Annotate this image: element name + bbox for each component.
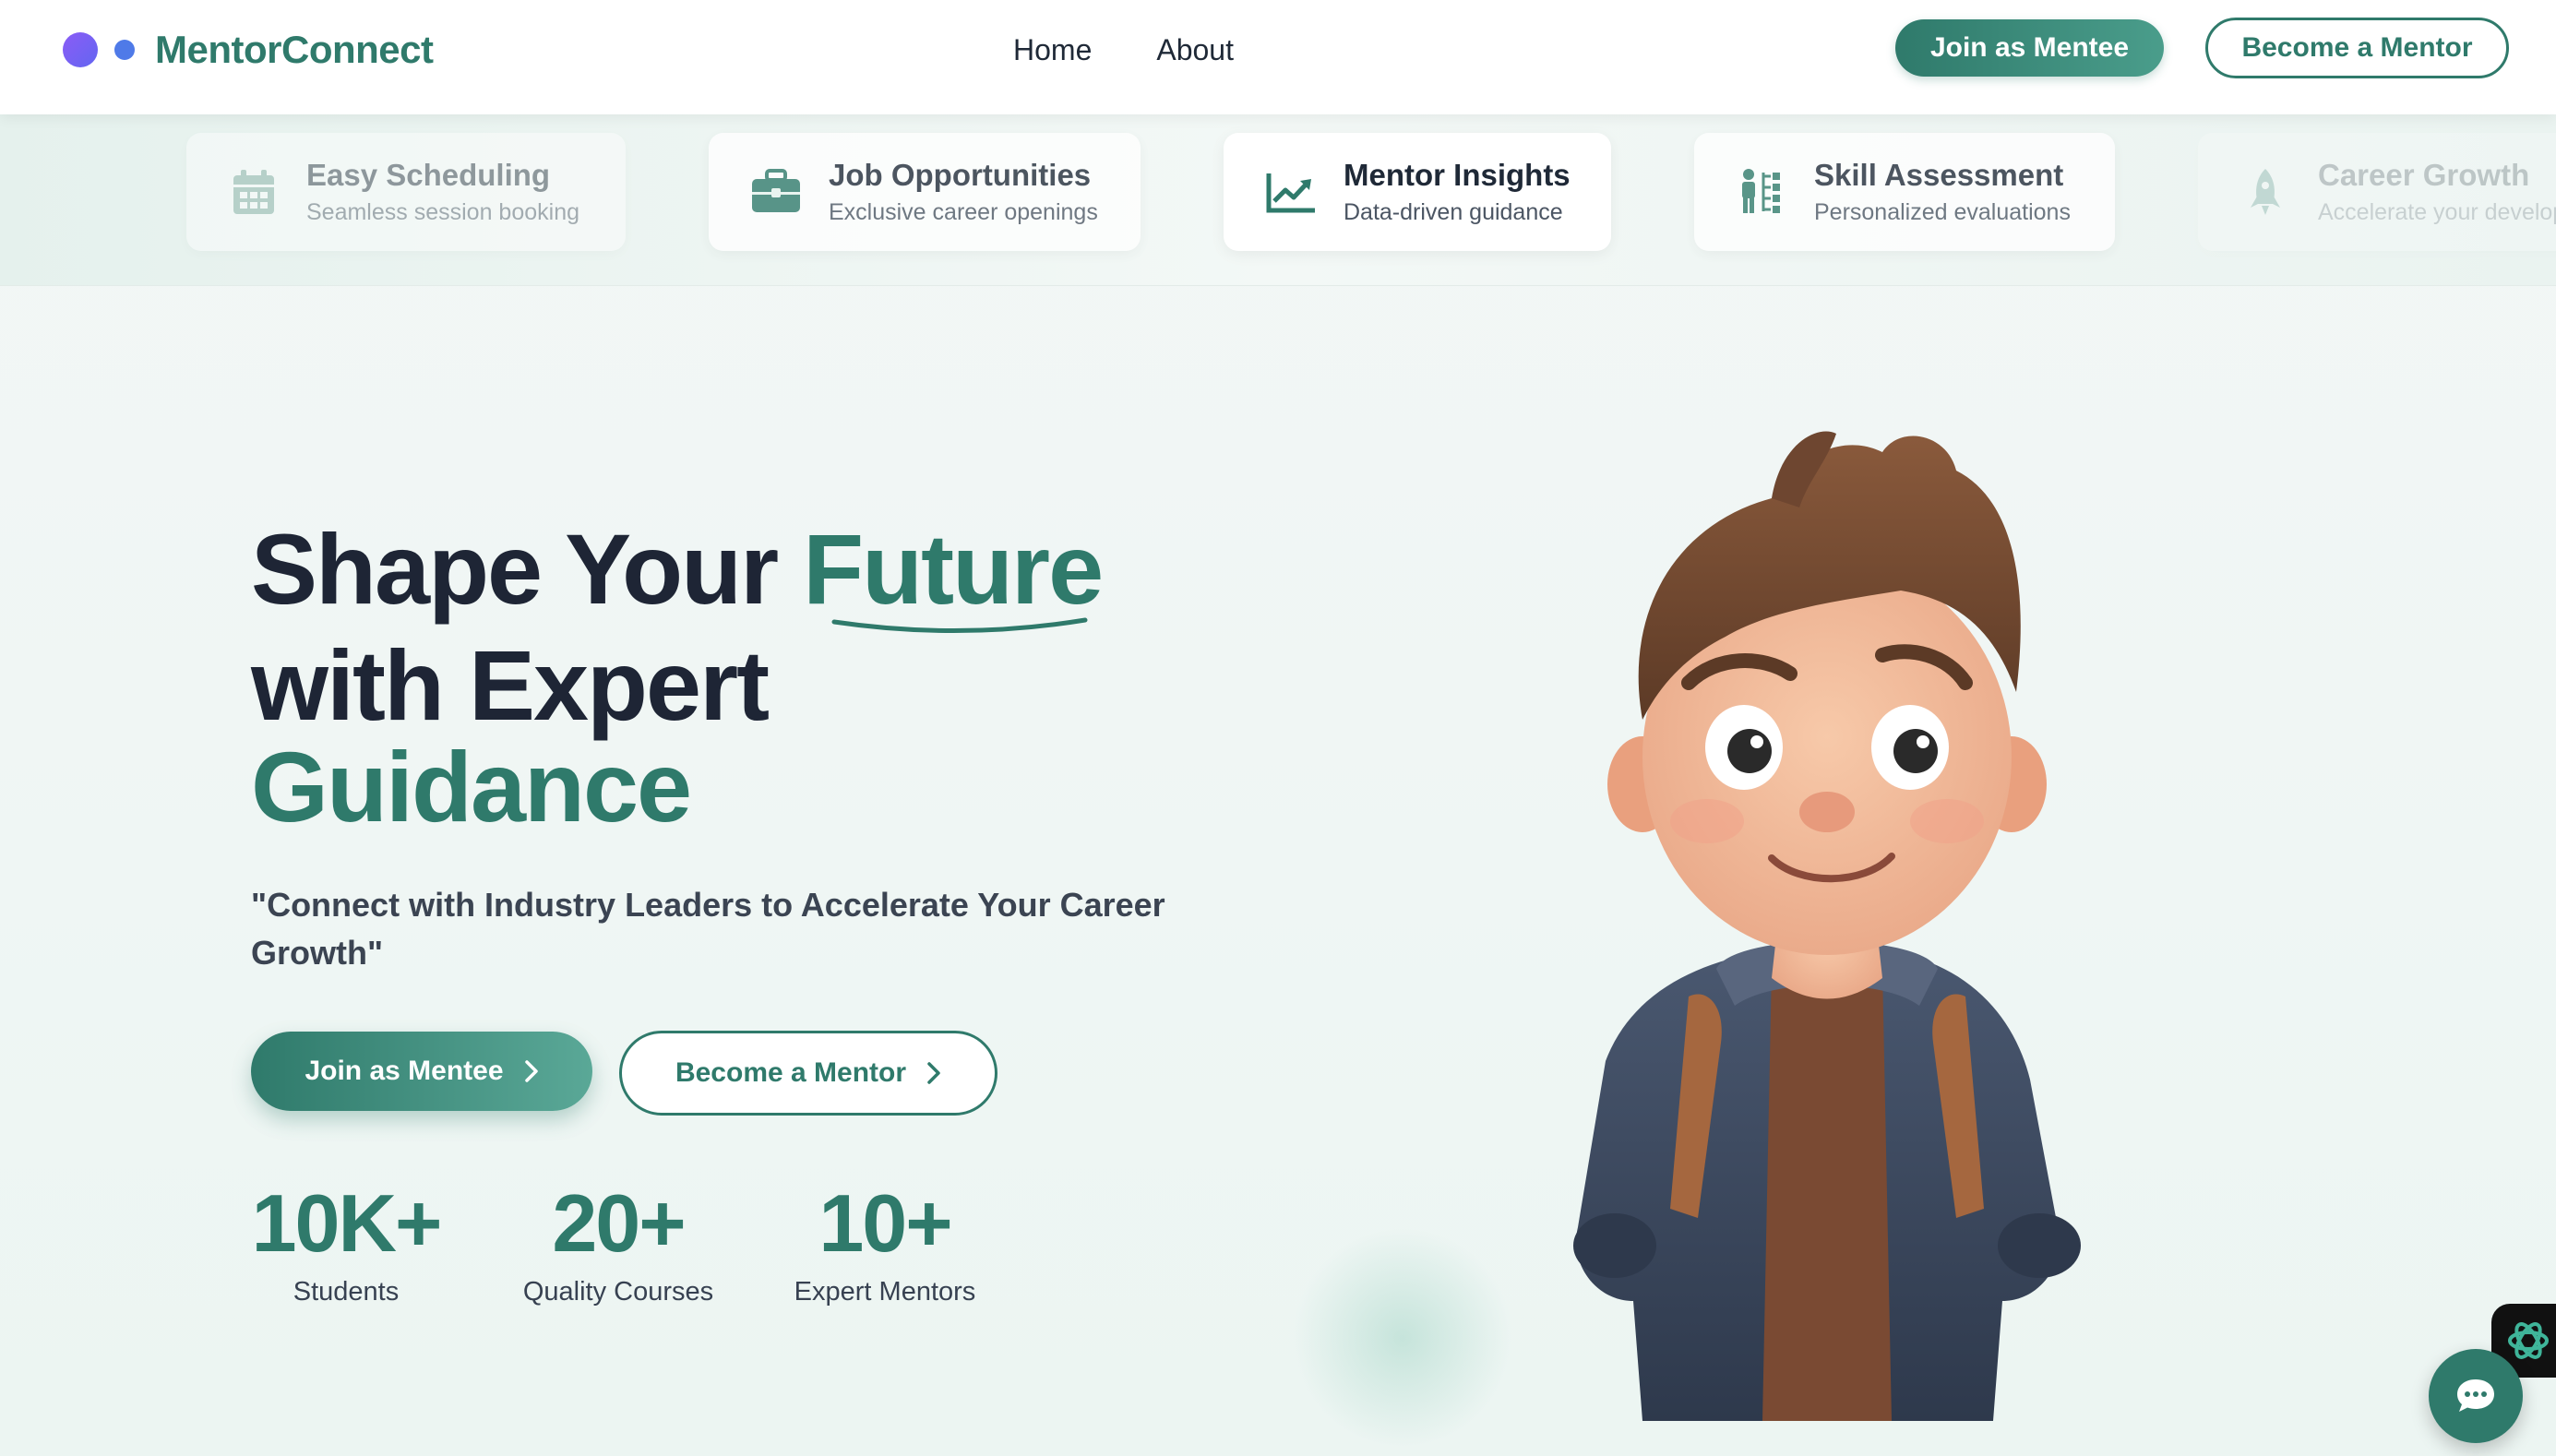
stat-label: Students <box>293 1277 400 1307</box>
hero-heading-accent-guidance: Guidance <box>251 731 692 842</box>
hero-join-mentee-button[interactable]: Join as Mentee <box>251 1032 592 1111</box>
stat-mentors: 10+ Expert Mentors <box>782 1179 987 1310</box>
feature-title: Mentor Insights <box>1344 158 1571 192</box>
hero-become-mentor-button[interactable]: Become a Mentor <box>619 1031 997 1116</box>
logo-mark-icon <box>63 32 98 67</box>
brand-name: MentorConnect <box>155 28 434 71</box>
navbar: MentorConnect Home About Join as Mentee … <box>0 0 2556 114</box>
feature-subtitle: Seamless session booking <box>306 199 579 225</box>
feature-card-skills[interactable]: Skill Assessment Personalized evaluation… <box>1694 133 2115 251</box>
ai-knot-icon <box>2508 1322 2549 1359</box>
feature-subtitle: Data-driven guidance <box>1344 199 1563 225</box>
chart-line-icon <box>1264 165 1318 219</box>
feature-title: Easy Scheduling <box>306 158 551 192</box>
stat-students: 10K+ Students <box>245 1179 447 1310</box>
chevron-right-icon <box>524 1060 538 1082</box>
cartoon-boy-illustration <box>1573 431 2081 1421</box>
stat-value: 10K+ <box>251 1177 443 1269</box>
calendar-icon <box>227 165 281 219</box>
stat-courses: 20+ Quality Courses <box>508 1179 729 1310</box>
briefcase-icon <box>749 165 803 219</box>
stat-value: 20+ <box>552 1177 686 1269</box>
hero-tagline: "Connect with Industry Leaders to Accele… <box>251 886 1165 972</box>
chat-button[interactable] <box>2429 1349 2523 1443</box>
skill-tree-icon <box>1735 165 1788 219</box>
brand-logo[interactable]: MentorConnect <box>63 26 434 74</box>
feature-card-scheduling[interactable]: Easy Scheduling Seamless session booking <box>186 133 626 251</box>
logo-dot-icon <box>114 40 135 60</box>
feature-title: Job Opportunities <box>829 158 1092 192</box>
background-glow <box>1292 1227 1513 1449</box>
feature-carousel: Easy Scheduling Seamless session booking… <box>0 114 2556 286</box>
hero-heading: Shape Your Future with Expert Guidance <box>251 511 1104 845</box>
nav-become-mentor-button[interactable]: Become a Mentor <box>2205 18 2509 78</box>
feature-subtitle: Personalized evaluations <box>1814 199 2071 225</box>
stat-value: 10+ <box>818 1177 952 1269</box>
page: MentorConnect Home About Join as Mentee … <box>0 0 2556 1456</box>
rocket-icon <box>2239 165 2292 219</box>
stat-label: Quality Courses <box>522 1277 714 1307</box>
feature-title: Career Growth <box>2318 158 2530 192</box>
chat-bubble-icon <box>2457 1379 2494 1412</box>
nav-link-home[interactable]: Home <box>1013 28 1092 72</box>
feature-card-jobs[interactable]: Job Opportunities Exclusive career openi… <box>709 133 1141 251</box>
chevron-right-icon <box>927 1062 940 1084</box>
feature-title: Skill Assessment <box>1814 158 2064 192</box>
feature-card-growth[interactable]: Career Growth Accelerate your developmen… <box>2198 133 2556 251</box>
nav-join-mentee-button[interactable]: Join as Mentee <box>1895 19 2164 77</box>
hero-heading-part1: Shape Your <box>251 513 804 625</box>
nav-links: Home About <box>1013 28 1234 72</box>
nav-link-about[interactable]: About <box>1156 28 1234 72</box>
hero-become-mentor-label: Become a Mentor <box>675 1057 907 1088</box>
feature-card-insights[interactable]: Mentor Insights Data-driven guidance <box>1224 133 1611 251</box>
feature-subtitle: Exclusive career openings <box>829 199 1098 225</box>
underline-swoosh-icon <box>831 617 1088 634</box>
feature-subtitle: Accelerate your development <box>2318 199 2556 225</box>
hero-heading-line2: with Expert <box>251 629 770 741</box>
hero-heading-accent-future: Future <box>803 513 1104 634</box>
stat-label: Expert Mentors <box>794 1277 976 1307</box>
hero-join-mentee-label: Join as Mentee <box>305 1056 504 1086</box>
